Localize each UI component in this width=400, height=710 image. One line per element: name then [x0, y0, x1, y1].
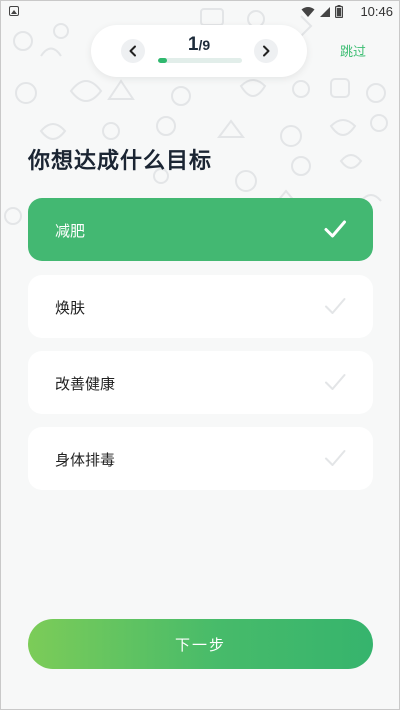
check-icon: [324, 220, 346, 238]
option-skin-renewal[interactable]: 焕肤: [28, 275, 373, 338]
progress-fill: [158, 58, 168, 63]
option-label: 焕肤: [55, 299, 86, 317]
chevron-right-icon: [263, 45, 270, 57]
option-detox[interactable]: 身体排毒: [28, 427, 373, 490]
check-icon: [325, 374, 346, 390]
option-label: 改善健康: [55, 375, 116, 393]
next-step-nav-button[interactable]: [254, 39, 278, 63]
option-improve-health[interactable]: 改善健康: [28, 351, 373, 414]
status-time: 10:46: [360, 4, 393, 19]
status-bar: 10:46: [1, 1, 399, 23]
app-screen: 10:46 1/9 跳过 你想达成什么目标 减肥 焕肤 改善健康 身体排毒 下一…: [0, 0, 400, 710]
check-icon: [325, 298, 346, 314]
notification-app-icon: [9, 6, 19, 16]
next-button[interactable]: 下一步: [28, 619, 373, 669]
option-label: 减肥: [55, 222, 86, 240]
step-total: /9: [198, 37, 211, 53]
battery-icon: [334, 3, 344, 22]
check-icon: [325, 450, 346, 466]
step-current: 1: [187, 34, 199, 55]
wifi-icon: [301, 3, 315, 22]
option-lose-weight[interactable]: 减肥: [28, 198, 373, 261]
progress-track: [158, 58, 242, 63]
option-label: 身体排毒: [55, 451, 116, 469]
status-icons: [301, 3, 344, 22]
page-title: 你想达成什么目标: [28, 149, 213, 174]
signal-icon: [319, 3, 331, 22]
step-progress: 1/9: [91, 25, 307, 77]
skip-link[interactable]: 跳过: [340, 41, 366, 60]
